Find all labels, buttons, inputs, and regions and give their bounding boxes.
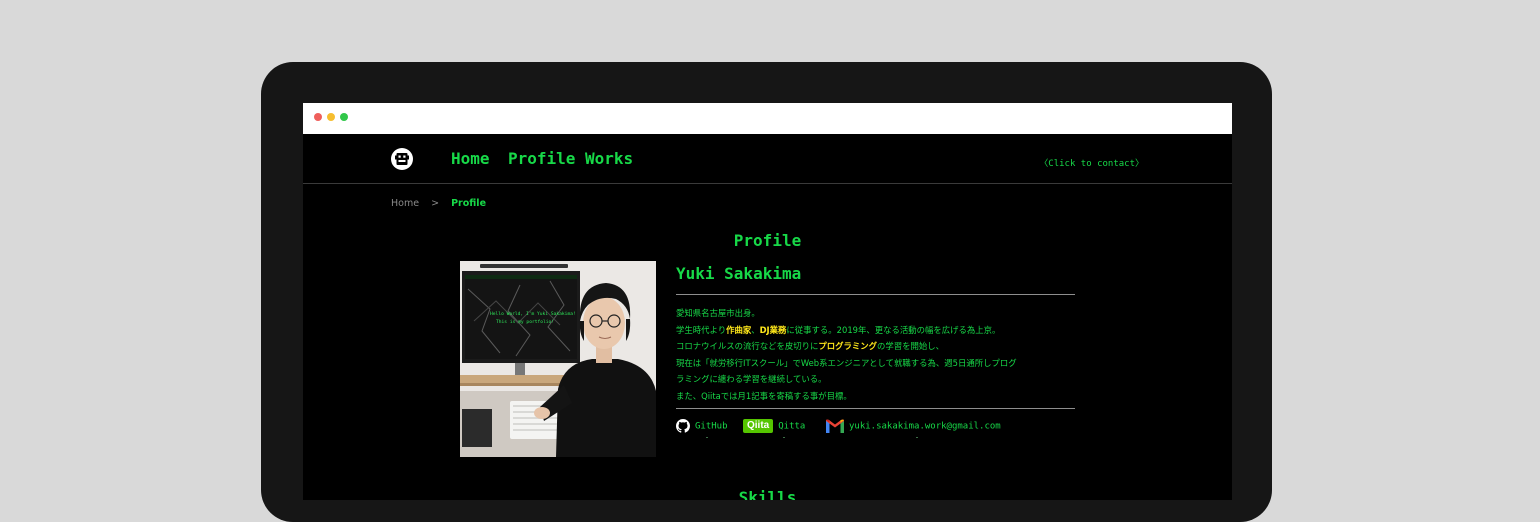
contact-link[interactable]: 〈Click to contact〉 bbox=[1039, 156, 1144, 169]
nav-profile-link[interactable]: Profile bbox=[508, 149, 575, 168]
qiita-link-label: Qitta bbox=[778, 421, 806, 432]
link-indicator bbox=[706, 437, 708, 438]
close-window-button[interactable] bbox=[314, 113, 322, 121]
nav-home-link[interactable]: Home bbox=[451, 149, 490, 168]
email-link[interactable]: yuki.sakakima.work@gmail.com bbox=[826, 419, 1001, 433]
breadcrumb-current: Profile bbox=[451, 198, 487, 209]
bio-text: の学習を開始し、 bbox=[877, 341, 944, 351]
link-indicator bbox=[916, 437, 918, 438]
skills-section-title: Skills bbox=[738, 488, 797, 500]
monitor-text-line-1: Hello World, I'm Yuki Sakakima! bbox=[490, 311, 576, 317]
github-link-label: GitHub bbox=[695, 421, 728, 432]
gmail-icon bbox=[826, 419, 844, 433]
bio-highlight: 作曲家 bbox=[726, 324, 752, 335]
bio-line: コロナウイルスの流行などを皮切りにプログラミングの学習を開始し、 bbox=[676, 338, 1075, 355]
browser-title-bar bbox=[303, 103, 1232, 134]
breadcrumb: Home > Profile bbox=[391, 198, 486, 209]
github-icon bbox=[676, 419, 690, 433]
divider bbox=[676, 408, 1075, 409]
bio-text: コロナウイルスの流行などを皮切りに bbox=[676, 341, 819, 351]
bio-text: また、Qiitaでは月1記事を寄稿する事が目標。 bbox=[676, 390, 852, 401]
bio-text: 現在は「就労移行ITスクール」でWeb系エンジニアとして就職する為、週5日通所し… bbox=[676, 357, 1017, 368]
profile-info: Yuki Sakakima 愛知県名古屋市出身。 学生時代より作曲家、DJ業務に従… bbox=[676, 261, 1075, 441]
link-indicator bbox=[783, 437, 785, 438]
breadcrumb-separator: > bbox=[431, 198, 440, 209]
bio-text: に従事する。2019年、更なる活動の幅を広げる為上京。 bbox=[786, 324, 1001, 335]
profile-section-title: Profile bbox=[733, 231, 802, 250]
profile-name: Yuki Sakakima bbox=[676, 264, 802, 283]
bio-text: ラミングに纏わる学習を継続している。 bbox=[676, 374, 827, 384]
browser-window: Home Profile Works 〈Click to contact〉 Ho… bbox=[303, 103, 1232, 500]
bio-line: また、Qiitaでは月1記事を寄稿する事が目標。 bbox=[676, 388, 1075, 405]
social-links: GitHub Qiita Qitta yuki.sakakima.work@gma… bbox=[676, 417, 1075, 441]
site-logo-icon[interactable] bbox=[391, 148, 413, 170]
bio-text: 、 bbox=[751, 324, 760, 335]
minimize-window-button[interactable] bbox=[327, 113, 335, 121]
bio-line: ラミングに纏わる学習を継続している。 bbox=[676, 371, 1075, 388]
bio-line: 現在は「就労移行ITスクール」でWeb系エンジニアとして就職する為、週5日通所し… bbox=[676, 355, 1075, 372]
nav-works-link[interactable]: Works bbox=[585, 149, 633, 168]
maximize-window-button[interactable] bbox=[340, 113, 348, 121]
bio-highlight: DJ業務 bbox=[759, 324, 787, 335]
site-header: Home Profile Works 〈Click to contact〉 bbox=[303, 134, 1232, 184]
email-link-label: yuki.sakakima.work@gmail.com bbox=[849, 421, 1001, 432]
bio-line: 愛知県名古屋市出身。 bbox=[676, 305, 1075, 322]
profile-bio: 愛知県名古屋市出身。 学生時代より作曲家、DJ業務に従事する。2019年、更なる活… bbox=[676, 305, 1075, 404]
qiita-link[interactable]: Qiita Qitta bbox=[743, 419, 805, 433]
bio-text: 学生時代より bbox=[676, 324, 727, 335]
qiita-logo: Qiita bbox=[743, 419, 774, 433]
divider bbox=[676, 294, 1075, 295]
bio-text: 愛知県名古屋市出身。 bbox=[676, 308, 760, 318]
breadcrumb-home-link[interactable]: Home bbox=[391, 198, 419, 209]
bio-highlight: プログラミング bbox=[818, 341, 877, 351]
bio-line: 学生時代より作曲家、DJ業務に従事する。2019年、更なる活動の幅を広げる為上京… bbox=[676, 322, 1075, 339]
monitor-text-line-2: This is my portfolio! bbox=[496, 319, 554, 325]
github-link[interactable]: GitHub bbox=[676, 419, 728, 433]
profile-photo: Hello World, I'm Yuki Sakakima! This is … bbox=[460, 261, 656, 457]
